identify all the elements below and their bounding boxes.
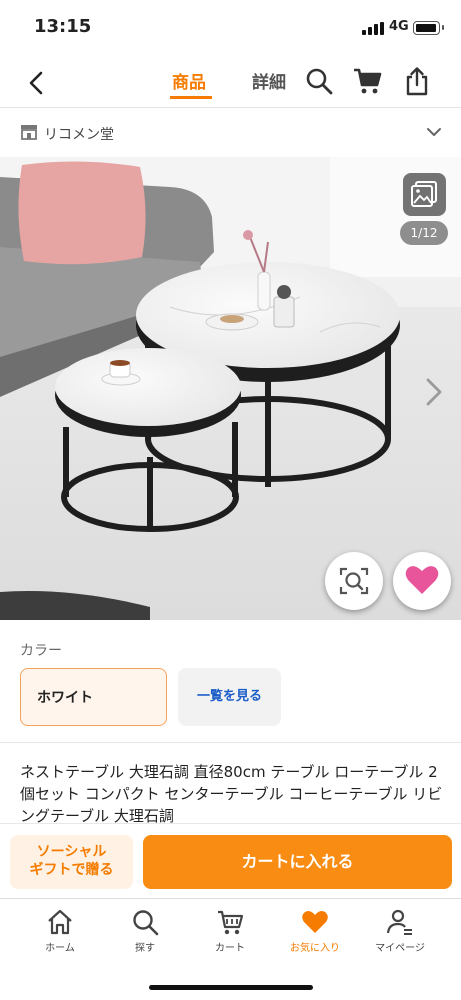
status-time: 13:15 — [34, 16, 92, 37]
tabbar-item-home[interactable]: ホーム — [20, 907, 100, 954]
color-label: カラー — [20, 643, 62, 659]
social-gift-button[interactable]: ソーシャル ギフトで贈る — [10, 835, 133, 889]
tabbar-item-favorites[interactable]: お気に入り — [275, 907, 355, 954]
tabbar-label: ホーム — [45, 943, 75, 954]
tabbar-item-search[interactable]: 探す — [105, 907, 185, 954]
store-bar[interactable]: リコメン堂 — [0, 110, 461, 157]
gallery-button[interactable] — [403, 173, 446, 216]
tabbar-label: お気に入り — [290, 943, 340, 954]
bottom-tab-bar: ホーム 探す カート お気に入り マイページ — [0, 898, 461, 1000]
zoom-button[interactable] — [325, 552, 383, 610]
heart-icon — [405, 566, 439, 594]
back-icon[interactable] — [24, 70, 50, 96]
chevron-right-icon[interactable] — [424, 377, 444, 407]
image-counter: 1/12 — [400, 221, 448, 245]
network-label: 4G — [389, 19, 409, 34]
user-icon — [386, 909, 412, 935]
tab-details[interactable]: 詳細 — [252, 68, 286, 93]
zoom-icon — [339, 567, 369, 595]
color-option-white[interactable]: ホワイト — [20, 668, 167, 726]
top-nav: 商品 詳細 — [0, 58, 461, 108]
tabbar-label: 探す — [135, 943, 155, 954]
tabbar-label: カート — [215, 943, 245, 954]
gift-label-line1: ソーシャル — [36, 844, 107, 860]
cart-icon — [218, 910, 244, 935]
search-icon[interactable] — [304, 66, 334, 96]
tab-products[interactable]: 商品 — [172, 68, 206, 93]
home-icon — [48, 909, 72, 935]
favorite-button[interactable] — [393, 552, 451, 610]
add-to-cart-button[interactable]: カートに入れる — [143, 835, 452, 889]
heart-icon — [302, 911, 328, 933]
home-indicator — [149, 985, 313, 990]
tabbar-item-cart[interactable]: カート — [190, 907, 270, 954]
tabbar-item-mypage[interactable]: マイページ — [360, 907, 440, 954]
tabbar-label: マイページ — [375, 943, 425, 954]
view-all-colors-button[interactable]: 一覧を見る — [178, 668, 281, 726]
gift-label-line2: ギフトで贈る — [29, 862, 114, 878]
product-image[interactable]: 1/12 — [0, 157, 461, 620]
chevron-down-icon[interactable] — [426, 126, 442, 138]
active-tab-indicator — [170, 96, 212, 99]
store-icon — [21, 125, 37, 140]
cart-icon[interactable] — [352, 66, 382, 96]
share-icon[interactable] — [402, 66, 432, 96]
store-name: リコメン堂 — [44, 127, 114, 143]
battery-icon — [413, 21, 444, 35]
product-title: ネストテーブル 大理石調 直径80cm テーブル ローテーブル 2個セット コン… — [20, 763, 443, 825]
signal-icon — [362, 22, 384, 35]
search-icon — [133, 910, 159, 936]
gallery-icon — [411, 181, 437, 207]
divider — [0, 742, 461, 743]
action-bar: ソーシャル ギフトで贈る カートに入れる — [0, 823, 461, 898]
product-photo — [0, 157, 461, 620]
status-bar: 13:15 4G — [0, 0, 461, 58]
